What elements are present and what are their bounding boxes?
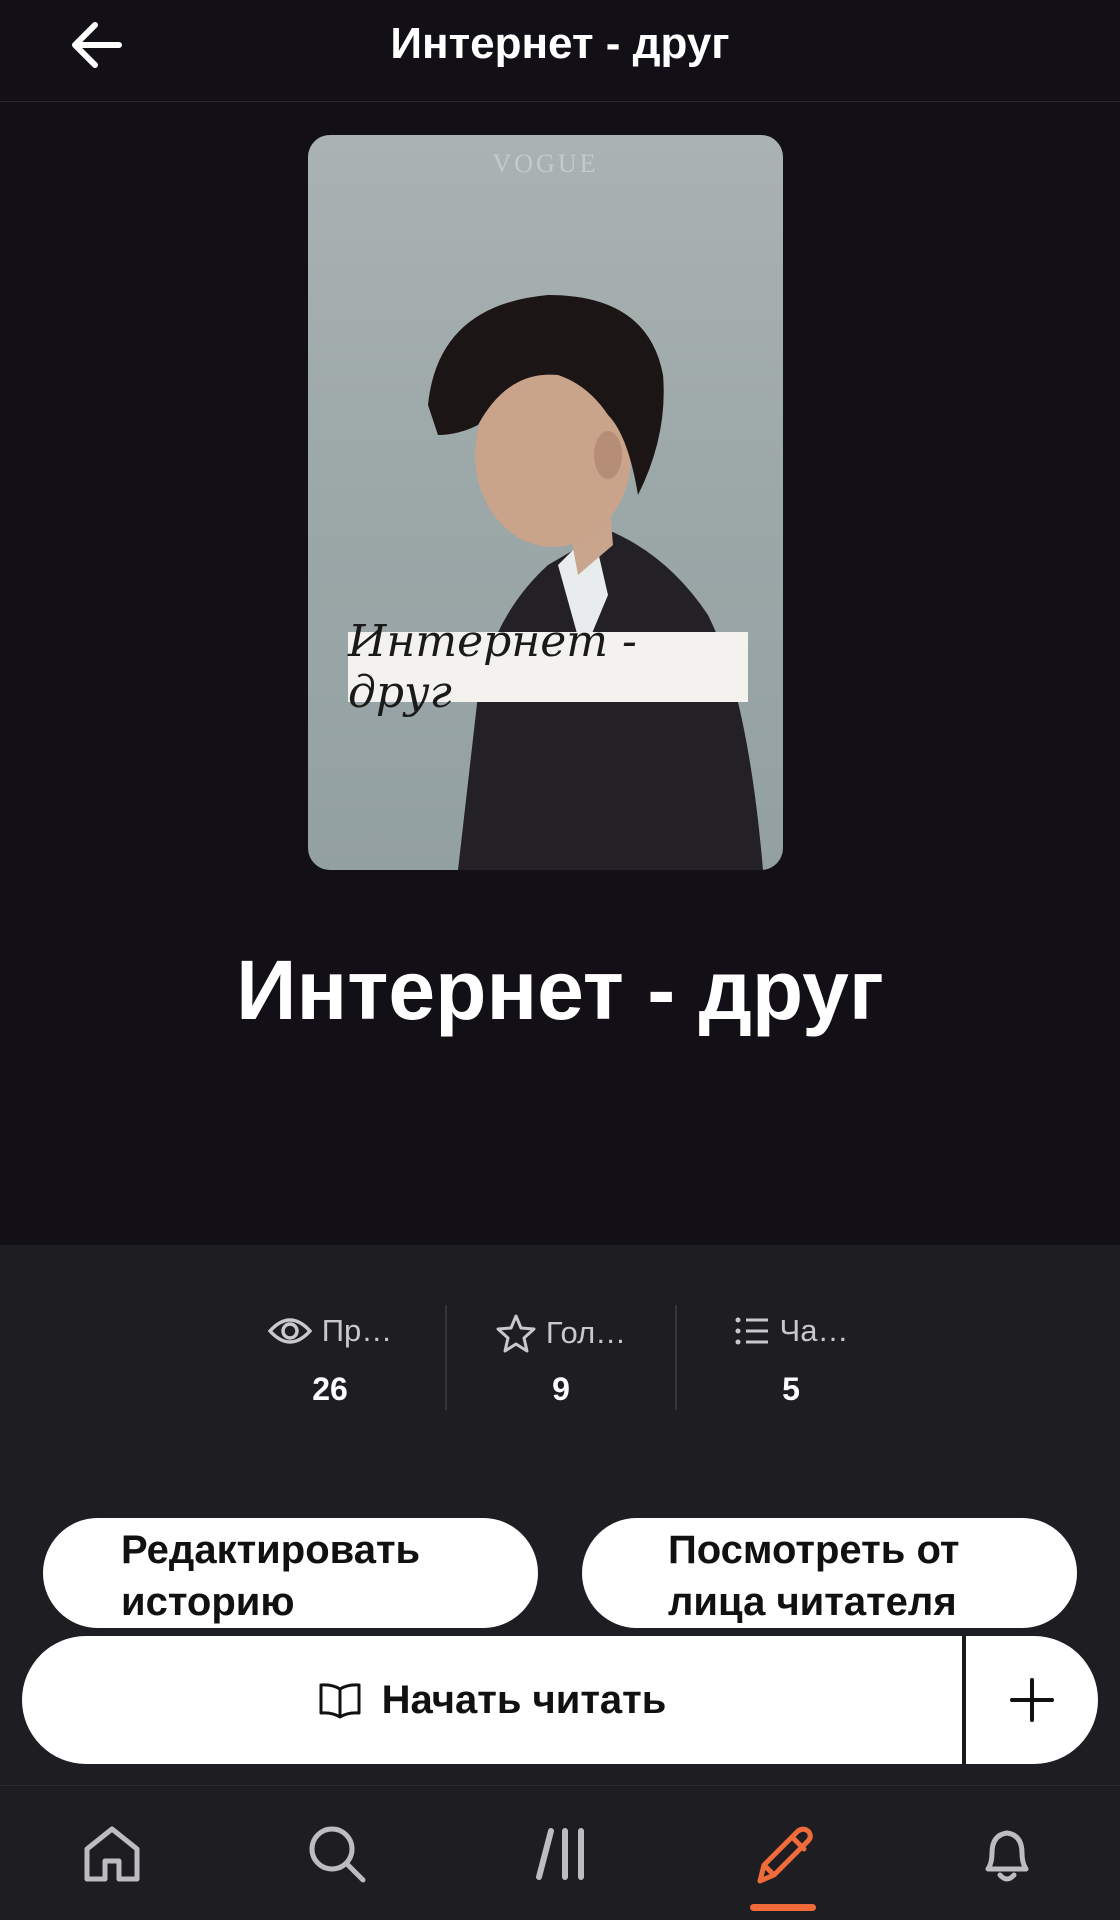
bell-icon [985,1830,1029,1881]
eye-icon [267,1318,312,1344]
stat-parts[interactable]: Ча… 5 [675,1305,905,1410]
nav-notifications[interactable] [947,1786,1067,1920]
stat-votes-header: Гол… [447,1313,675,1353]
add-to-list-button[interactable] [966,1636,1098,1764]
stat-reads-label: Пр… [321,1313,393,1348]
stat-parts-header: Ча… [677,1313,905,1349]
star-icon [496,1314,536,1353]
edit-story-button[interactable]: Редактировать историю [43,1518,538,1628]
story-title: Интернет - друг [236,943,884,1037]
start-reading-label: Начать читать [381,1677,667,1722]
nav-home[interactable] [52,1786,172,1920]
stat-votes-label: Гол… [545,1315,627,1350]
edit-story-label-line1: Редактировать [121,1528,421,1572]
home-icon [84,1826,140,1881]
stat-reads-value: 26 [312,1371,348,1407]
cover-title-label: Интернет - друг [348,616,748,718]
start-reading-button[interactable]: Начать читать [22,1636,962,1764]
story-stats: Пр… 26 Гол… 9 Ча… 5 [215,1305,905,1410]
bottom-nav [0,1785,1120,1920]
nav-active-indicator [750,1904,816,1911]
page-title: Интернет - друг [390,19,730,68]
edit-story-label-line2: историю [121,1580,295,1624]
story-cover[interactable]: VOGUE Интернет - друг [308,135,783,870]
top-bar: Интернет - друг [0,0,1120,102]
cover-magazine-text: VOGUE [492,149,599,178]
reader-view-label-line1: Посмотреть от [668,1528,960,1572]
book-open-icon [319,1683,361,1719]
stat-votes-value: 9 [552,1371,570,1407]
list-icon [735,1317,768,1345]
nav-search[interactable] [277,1786,397,1920]
nav-write[interactable] [723,1786,843,1920]
plus-icon [1010,1678,1054,1722]
nav-library[interactable] [502,1786,622,1920]
stat-parts-value: 5 [782,1371,800,1407]
search-icon [309,1826,366,1882]
cover-portrait-image [428,295,763,870]
library-icon [536,1827,584,1880]
start-reading-bar: Начать читать [22,1636,1098,1764]
reader-view-button[interactable]: Посмотреть от лица читателя [582,1518,1077,1628]
stat-reads-header: Пр… [215,1313,445,1349]
stat-reads[interactable]: Пр… 26 [215,1305,445,1410]
write-icon [757,1826,813,1883]
stat-parts-label: Ча… [779,1313,849,1348]
reader-view-label-line2: лица читателя [668,1580,957,1624]
stat-votes[interactable]: Гол… 9 [445,1305,675,1410]
